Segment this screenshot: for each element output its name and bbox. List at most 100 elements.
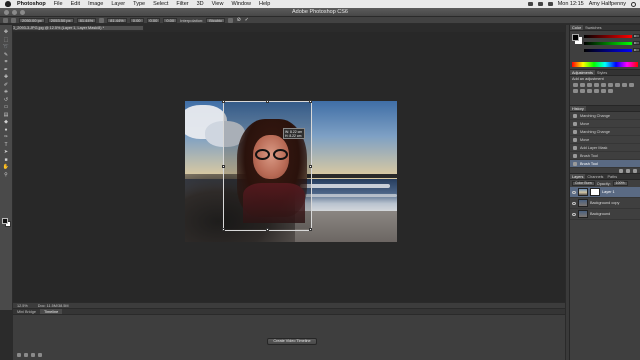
marquee-tool-icon[interactable]: ⬚ <box>2 37 10 43</box>
transform-handle[interactable] <box>222 165 225 168</box>
tab-styles[interactable]: Styles <box>595 70 609 75</box>
transform-bounding-box[interactable] <box>222 100 312 231</box>
gradient-tool-icon[interactable]: ▤ <box>2 112 10 118</box>
quick-select-tool-icon[interactable]: ✎ <box>2 52 10 58</box>
blend-mode-select[interactable]: Color Burn <box>572 181 595 186</box>
opacity-field[interactable]: 100% <box>612 181 628 186</box>
create-video-timeline-button[interactable]: Create Video Timeline <box>267 338 317 345</box>
spotlight-icon[interactable] <box>631 1 636 7</box>
posterize-icon[interactable] <box>587 89 592 93</box>
hskew-field[interactable]: 0.00 <box>146 17 161 23</box>
layer-name[interactable]: Layer 1 <box>602 190 615 194</box>
width-field[interactable]: 81.44% <box>76 17 97 23</box>
invert-icon[interactable] <box>580 89 585 93</box>
levels-icon[interactable] <box>580 83 585 87</box>
menu-view[interactable]: View <box>212 1 224 7</box>
tab-layers[interactable]: Layers <box>570 174 586 179</box>
visibility-eye-icon[interactable] <box>572 190 576 194</box>
first-frame-icon[interactable] <box>17 353 21 357</box>
tab-channels[interactable]: Channels <box>585 174 605 179</box>
crop-tool-icon[interactable]: ⌗ <box>2 59 10 65</box>
layer-mask-thumbnail[interactable] <box>590 188 600 196</box>
new-document-icon[interactable] <box>619 169 623 173</box>
transform-handle[interactable] <box>309 165 312 168</box>
prev-frame-icon[interactable] <box>24 353 28 357</box>
green-slider[interactable] <box>584 42 632 45</box>
layer-name[interactable]: Background <box>590 212 610 216</box>
tab-timeline[interactable]: Timeline <box>40 309 63 314</box>
document-tab[interactable]: × IMG_2093-3.JPG.jpg @ 12.5% (Layer 1, L… <box>4 25 144 31</box>
transform-handle[interactable] <box>309 228 312 231</box>
wifi-icon[interactable] <box>527 2 533 6</box>
battery-icon[interactable] <box>547 2 553 6</box>
layer-thumbnail[interactable] <box>578 199 588 207</box>
brush-tool-icon[interactable]: ✐ <box>2 82 10 88</box>
path-select-tool-icon[interactable]: ➤ <box>2 149 10 155</box>
history-brush-tool-icon[interactable]: ↺ <box>2 97 10 103</box>
selective-color-icon[interactable] <box>608 89 613 93</box>
app-menu[interactable]: Photoshop <box>17 1 46 7</box>
trash-icon[interactable] <box>633 169 637 173</box>
eyedropper-tool-icon[interactable]: ✒ <box>2 67 10 73</box>
transform-handle[interactable] <box>222 228 225 231</box>
x-field[interactable]: 2050.00 px <box>19 17 45 23</box>
layer-thumbnail[interactable] <box>578 210 588 218</box>
vibrance-icon[interactable] <box>601 83 606 87</box>
eraser-tool-icon[interactable]: ▭ <box>2 104 10 110</box>
exposure-icon[interactable] <box>594 83 599 87</box>
play-icon[interactable] <box>31 353 35 357</box>
foreground-color-swatch[interactable] <box>2 218 8 224</box>
channel-mixer-icon[interactable] <box>573 89 578 93</box>
next-frame-icon[interactable] <box>38 353 42 357</box>
layer-thumbnail[interactable] <box>578 188 588 196</box>
menu-edit[interactable]: Edit <box>71 1 80 7</box>
green-value[interactable]: 0 <box>633 41 640 45</box>
visibility-eye-icon[interactable] <box>572 201 576 205</box>
layer-row[interactable]: Background copy <box>570 198 640 209</box>
threshold-icon[interactable] <box>594 89 599 93</box>
transform-handle[interactable] <box>266 228 269 231</box>
zoom-level[interactable]: 12.5% <box>17 304 28 308</box>
history-item-selected[interactable]: Brush Tool <box>570 160 640 168</box>
volume-icon[interactable] <box>537 2 543 6</box>
tab-color[interactable]: Color <box>570 25 584 30</box>
transform-handle[interactable] <box>222 100 225 103</box>
user-name[interactable]: Amy Halfpenny <box>589 1 626 7</box>
tab-paths[interactable]: Paths <box>605 174 619 179</box>
history-item[interactable]: Brush Tool <box>570 152 640 160</box>
tab-mini-bridge[interactable]: Mini Bridge <box>13 309 40 314</box>
menu-file[interactable]: File <box>54 1 63 7</box>
document-size[interactable]: Doc: 11.5M/38.5M <box>38 304 69 308</box>
type-tool-icon[interactable]: T <box>2 142 10 148</box>
red-slider[interactable] <box>584 35 632 38</box>
transform-tool-icon[interactable] <box>3 17 8 23</box>
black-white-icon[interactable] <box>622 83 627 87</box>
snapshot-icon[interactable] <box>626 169 630 173</box>
visibility-eye-icon[interactable] <box>572 212 576 216</box>
menu-filter[interactable]: Filter <box>176 1 188 7</box>
interpolation-select[interactable]: Bicubic <box>206 17 226 23</box>
transform-handle[interactable] <box>266 100 269 103</box>
warp-icon[interactable] <box>228 17 234 23</box>
cancel-transform-button[interactable]: ⊘ <box>236 17 241 23</box>
hue-saturation-icon[interactable] <box>608 83 613 87</box>
menu-select[interactable]: Select <box>153 1 168 7</box>
layer-row[interactable]: Background <box>570 209 640 220</box>
link-icon[interactable] <box>99 17 105 23</box>
commit-transform-button[interactable]: ✓ <box>244 17 249 23</box>
healing-tool-icon[interactable]: ✚ <box>2 74 10 80</box>
y-field[interactable]: 2053.50 px <box>47 17 74 23</box>
history-item[interactable]: Move <box>570 120 640 128</box>
layer-row[interactable]: Layer 1 <box>570 187 640 198</box>
gradient-map-icon[interactable] <box>601 89 606 93</box>
apple-icon[interactable] <box>5 1 11 7</box>
layer-name[interactable]: Background copy <box>590 201 619 205</box>
blue-value[interactable]: 0 <box>633 48 640 52</box>
dodge-tool-icon[interactable]: ● <box>2 127 10 133</box>
history-item[interactable]: Marching Change <box>570 112 640 120</box>
history-item[interactable]: Move <box>570 136 640 144</box>
menu-layer[interactable]: Layer <box>111 1 125 7</box>
menu-window[interactable]: Window <box>231 1 251 7</box>
history-item[interactable]: Add Layer Mask <box>570 144 640 152</box>
photo-filter-icon[interactable] <box>629 83 634 87</box>
